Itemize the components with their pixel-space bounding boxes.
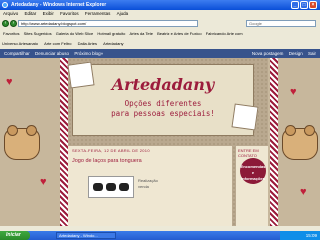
bow-image (119, 183, 129, 191)
caption-line: venda (138, 184, 149, 189)
tab-active[interactable]: Artedadany (103, 41, 123, 46)
start-button[interactable]: Iniciar (0, 231, 30, 240)
heart-icon: ♥ (40, 176, 47, 188)
url-field[interactable]: http://www.artedadany.blogspot.com/ (18, 20, 198, 27)
minimize-button[interactable]: _ (291, 1, 299, 9)
blog-subtitle: Opções diferentes para pessoas especiais… (73, 99, 253, 119)
heart-icon: ♥ (290, 86, 297, 98)
heart-icon: ♥ (6, 76, 13, 88)
taskbar-item[interactable]: Artedadany - Windo... (56, 232, 116, 239)
orders-bubble[interactable]: Encomendas e Informações (240, 158, 266, 184)
bow-image (93, 183, 103, 191)
fav-item[interactable]: Hotmail gratuito (97, 31, 125, 36)
new-post-link[interactable]: Nova postagem (252, 51, 284, 56)
fav-item[interactable]: Sites Sugeridos (24, 31, 52, 36)
title-bar: Artedadany - Windows Internet Explorer _… (0, 0, 320, 10)
post-image[interactable] (88, 176, 134, 198)
back-icon[interactable]: ‹ (2, 20, 9, 27)
favorites-bar: Favoritos Sites Sugeridos Galeria do Web… (0, 29, 320, 39)
contact-heading: ENTRE EM CONTATO (238, 148, 259, 158)
blog-title[interactable]: Artedadany (73, 75, 253, 94)
close-button[interactable]: × (309, 1, 317, 9)
tab[interactable]: Universo Artesanato (2, 41, 38, 46)
ribbon-stripe (60, 58, 68, 226)
blog-header: Artedadany Opções diferentes para pessoa… (67, 61, 259, 136)
teddy-bear-image (282, 125, 318, 160)
window-title: Artedadany - Windows Internet Explorer (11, 2, 107, 8)
main-post: SEXTA-FEIRA, 12 DE ABRIL DE 2010 Jogo de… (68, 146, 232, 226)
menu-exibir[interactable]: Exibir (43, 11, 54, 16)
taskbar: Iniciar Artedadany - Windo... 15:09 (0, 231, 320, 240)
menu-ajuda[interactable]: Ajuda (117, 11, 129, 16)
fav-item[interactable]: Artes da Tete (129, 31, 153, 36)
menu-favoritos[interactable]: Favoritos (60, 11, 79, 16)
post-caption: Realização venda (138, 178, 158, 190)
post-date: SEXTA-FEIRA, 12 DE ABRIL DE 2010 (72, 148, 150, 153)
page-content: ♥ ♥ ♥ ♥ Artedadany Opções diferentes par… (0, 58, 320, 226)
search-input[interactable]: Google (246, 20, 316, 27)
tab[interactable]: Dalia Artes (78, 41, 97, 46)
bubble-line: Informações (241, 176, 265, 181)
menu-arquivo[interactable]: Arquivo (3, 11, 18, 16)
ribbon-stripe (270, 58, 278, 226)
tab[interactable]: Arte com Feltro (44, 41, 71, 46)
fav-item[interactable]: Beatriz e Artes de Fuxico (157, 31, 201, 36)
ie-icon (2, 2, 8, 8)
fav-item[interactable]: Fabricando Arte com (206, 31, 243, 36)
subtitle-line: Opções diferentes (124, 99, 202, 108)
maximize-button[interactable]: □ (300, 1, 308, 9)
next-blog-link[interactable]: Próximo blog» (74, 51, 103, 56)
design-link[interactable]: Design (289, 51, 303, 56)
favorites-button[interactable]: Favoritos (3, 31, 19, 36)
share-link[interactable]: Compartilhar (4, 51, 30, 56)
contact-box: ENTRE EM CONTATO Encomendas e Informaçõe… (236, 146, 268, 226)
bow-image (106, 183, 116, 191)
heart-icon: ♥ (300, 186, 307, 198)
menu-bar: Arquivo Editar Exibir Favoritos Ferramen… (0, 10, 320, 18)
subtitle-line: para pessoas especiais! (111, 109, 215, 118)
menu-editar[interactable]: Editar (25, 11, 37, 16)
blogger-navbar: Compartilhar Denunciar abuso Próximo blo… (0, 49, 320, 58)
clock: 15:09 (305, 233, 317, 238)
forward-icon[interactable]: › (10, 20, 17, 27)
teddy-bear-image (4, 125, 40, 160)
post-title[interactable]: Jogo de laços para tonguera (72, 158, 142, 164)
report-link[interactable]: Denunciar abuso (35, 51, 69, 56)
fav-item[interactable]: Galeria do Web Slice (56, 31, 94, 36)
sign-out-link[interactable]: Sair (308, 51, 316, 56)
menu-ferramentas[interactable]: Ferramentas (85, 11, 111, 16)
system-tray: 15:09 (280, 231, 320, 240)
